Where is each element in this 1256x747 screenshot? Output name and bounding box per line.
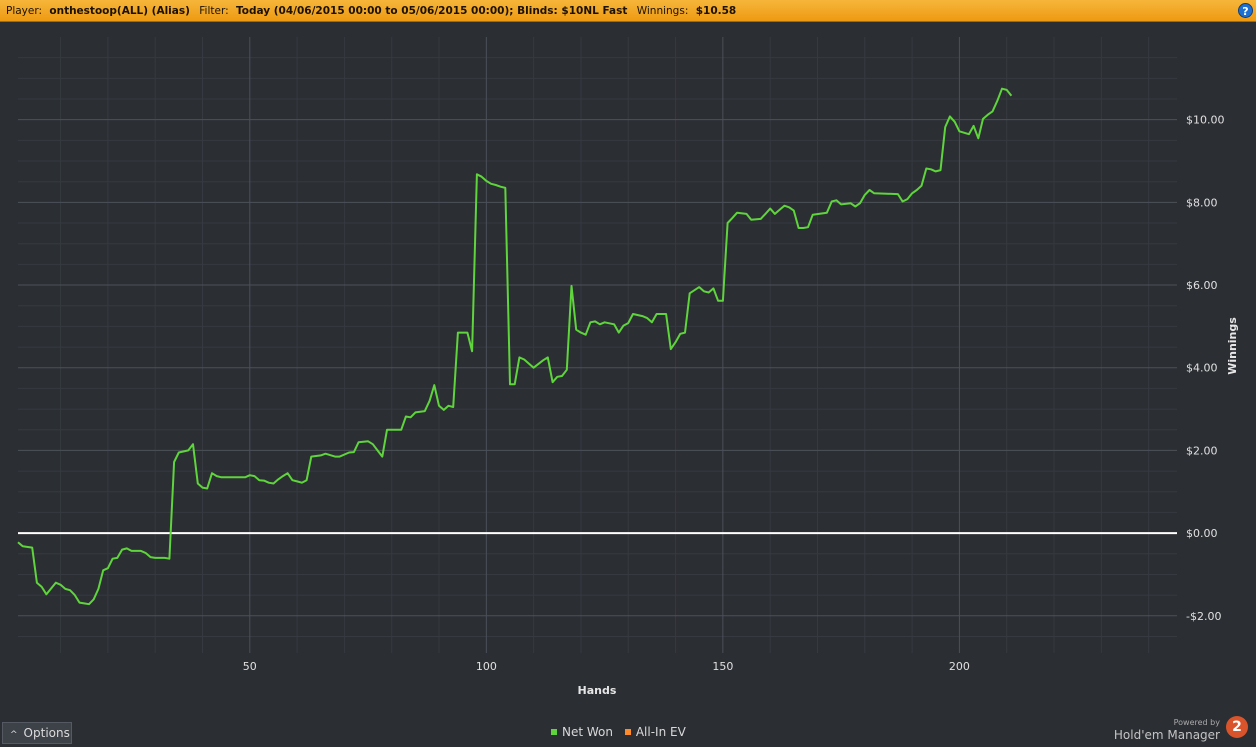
plot-area xyxy=(18,37,1177,653)
y-tick-label: $2.00 xyxy=(1186,444,1218,457)
x-axis-label: Hands xyxy=(578,684,617,697)
brand: Powered by Hold'em Manager xyxy=(1113,718,1220,742)
y-tick-label: $0.00 xyxy=(1186,527,1218,540)
legend-item-net-won[interactable]: Net Won xyxy=(551,725,613,739)
x-tick-label: 50 xyxy=(243,660,257,673)
y-tick-label: $10.00 xyxy=(1186,114,1225,127)
hem2-logo-icon: 2 xyxy=(1226,716,1248,738)
legend-label-all-in-ev: All-In EV xyxy=(635,725,686,739)
chart-grid xyxy=(18,37,1177,653)
chevron-up-icon: ^ xyxy=(10,730,18,740)
winnings-chart: -$2.00 $0.00 $2.00 $4.00 $6.00 $8.00 $10.00 50 1… xyxy=(17,37,1239,697)
y-axis-label: Winnings xyxy=(1226,317,1239,375)
brand-name: Hold'em Manager xyxy=(1113,728,1220,742)
options-button[interactable]: ^ Options xyxy=(2,722,72,744)
x-tick-label: 200 xyxy=(949,660,970,673)
y-tick-label: -$2.00 xyxy=(1186,610,1221,623)
y-tick-label: $6.00 xyxy=(1186,279,1218,292)
bottom-bar: ^ Options Net Won All-In EV Powered by Ho… xyxy=(0,716,1256,747)
all-in-ev-swatch xyxy=(624,728,631,735)
y-tick-label: $4.00 xyxy=(1186,362,1218,375)
legend-item-all-in-ev[interactable]: All-In EV xyxy=(624,725,686,739)
y-tick-label: $8.00 xyxy=(1186,196,1218,209)
x-tick-label: 100 xyxy=(476,660,497,673)
x-tick-label: 150 xyxy=(712,660,733,673)
powered-by-text: Powered by xyxy=(1173,718,1220,727)
chart-legend: Net Won All-In EV xyxy=(551,725,694,741)
options-label: Options xyxy=(23,726,70,740)
legend-label-net-won: Net Won xyxy=(562,725,613,739)
net-won-swatch xyxy=(551,728,557,735)
